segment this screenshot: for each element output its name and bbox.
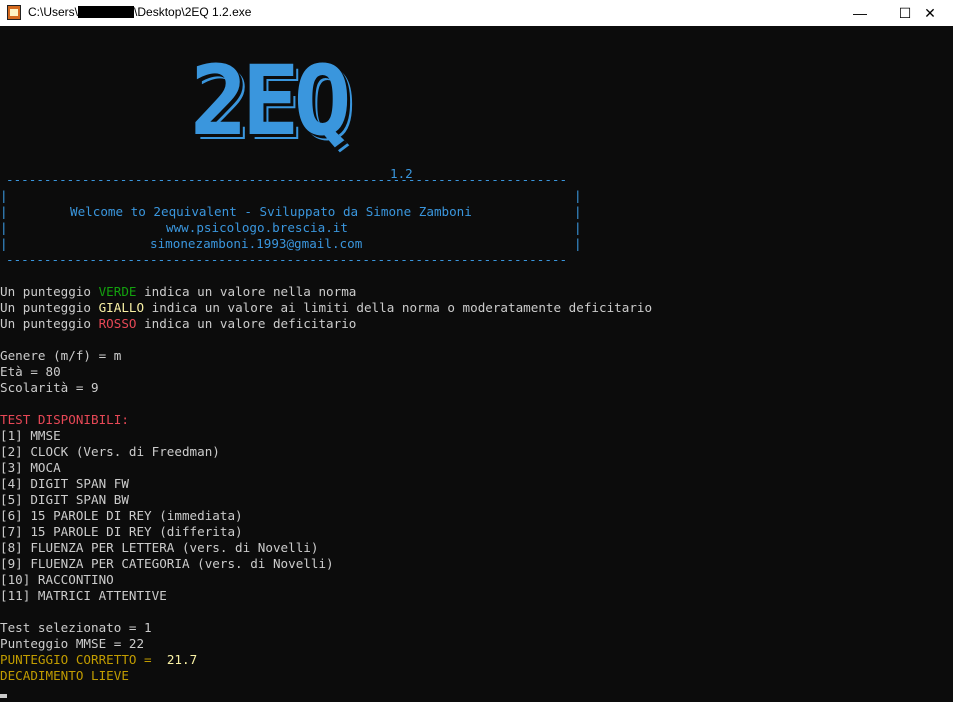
ascii-logo: 2EQ xyxy=(190,45,351,157)
selected-test: Test selezionato = 1 xyxy=(0,620,152,635)
banner-top-rule: ----------------------------------------… xyxy=(6,172,568,187)
title-path-suffix: \Desktop\2EQ 1.2.exe xyxy=(134,5,252,19)
test-option: [11] MATRICI ATTENTIVE xyxy=(0,588,167,603)
legend-red-word: ROSSO xyxy=(98,316,137,331)
banner-right-edge: | xyxy=(574,220,582,235)
banner-left-edge: | xyxy=(0,220,8,235)
tests-header: TEST DISPONIBILI: xyxy=(0,412,129,427)
corrected-score-value: 21.7 xyxy=(159,652,198,667)
patient-age: Età = 80 xyxy=(0,364,61,379)
banner-left-edge: | xyxy=(0,204,8,219)
title-path-prefix: C:\Users\ xyxy=(28,5,79,19)
patient-education: Scolarità = 9 xyxy=(0,380,99,395)
banner-right-edge: | xyxy=(574,188,582,203)
legend-yellow-line: Un punteggio GIALLO indica un valore ai … xyxy=(0,300,653,315)
close-button[interactable]: ✕ xyxy=(907,0,953,26)
banner-left-edge: | xyxy=(0,188,8,203)
test-option: [8] FLUENZA PER LETTERA (vers. di Novell… xyxy=(0,540,319,555)
banner-email: simonezamboni.1993@gmail.com xyxy=(150,236,363,251)
legend-yellow-word: GIALLO xyxy=(98,300,145,315)
test-option: [10] RACCONTINO xyxy=(0,572,114,587)
test-option: [5] DIGIT SPAN BW xyxy=(0,492,129,507)
console-app-icon xyxy=(7,5,21,20)
corrected-score-line: PUNTEGGIO CORRETTO = 21.7 xyxy=(0,652,197,668)
banner-bottom-rule: ----------------------------------------… xyxy=(6,252,568,267)
console-output[interactable]: 2EQ 1.2 --------------------------------… xyxy=(0,26,953,702)
banner-right-edge: | xyxy=(574,236,582,251)
banner-left-edge: | xyxy=(0,236,8,251)
legend-green-word: VERDE xyxy=(98,284,137,299)
legend-red-line: Un punteggio ROSSO indica un valore defi… xyxy=(0,316,357,331)
redacted-username xyxy=(78,6,135,18)
raw-score: Punteggio MMSE = 22 xyxy=(0,636,145,651)
corrected-score-label: PUNTEGGIO CORRETTO = xyxy=(0,652,160,667)
banner-welcome: Welcome to 2equivalent - Sviluppato da S… xyxy=(70,204,472,219)
test-option: [1] MMSE xyxy=(0,428,61,443)
logo-text: 2EQ xyxy=(190,45,351,157)
text-cursor xyxy=(0,694,7,698)
window-title: C:\Users\ \Desktop\2EQ 1.2.exe xyxy=(28,5,251,19)
minimize-button[interactable]: — xyxy=(837,0,883,26)
banner-right-edge: | xyxy=(574,204,582,219)
test-option: [3] MOCA xyxy=(0,460,61,475)
test-option: [6] 15 PAROLE DI REY (immediata) xyxy=(0,508,243,523)
test-option: [4] DIGIT SPAN FW xyxy=(0,476,129,491)
banner-website: www.psicologo.brescia.it xyxy=(166,220,348,235)
test-option: [7] 15 PAROLE DI REY (differita) xyxy=(0,524,243,539)
patient-gender: Genere (m/f) = m xyxy=(0,348,122,363)
test-option: [2] CLOCK (Vers. di Freedman) xyxy=(0,444,220,459)
verdict: DECADIMENTO LIEVE xyxy=(0,668,129,683)
window-titlebar[interactable]: C:\Users\ \Desktop\2EQ 1.2.exe — ☐ ✕ xyxy=(0,0,953,26)
test-option: [9] FLUENZA PER CATEGORIA (vers. di Nove… xyxy=(0,556,334,571)
legend-green-line: Un punteggio VERDE indica un valore nell… xyxy=(0,284,357,299)
